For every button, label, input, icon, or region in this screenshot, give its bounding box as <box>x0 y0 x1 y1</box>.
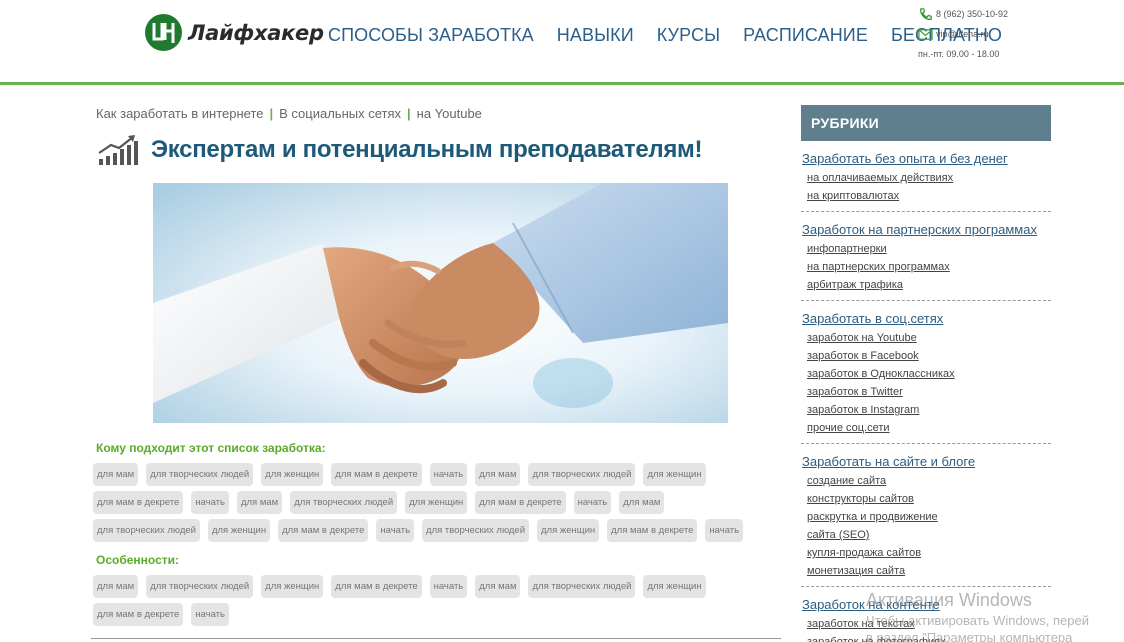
rubric-group: Заработать в соц.сетях заработок на Yout… <box>801 301 1051 444</box>
rubric-title[interactable]: Заработок на партнерских программах <box>802 222 1051 237</box>
tag[interactable]: для творческих людей <box>146 463 254 486</box>
rubric-item[interactable]: арбитраж трафика <box>802 276 1051 294</box>
header-divider <box>0 82 1124 85</box>
tag[interactable]: для творческих людей <box>93 519 200 542</box>
page-title: Экспертам и потенциальным преподавателям… <box>151 136 703 163</box>
tag[interactable]: для творческих людей <box>528 575 636 598</box>
email-address: vip@lifeha.ru <box>936 29 989 39</box>
tag[interactable]: для женщин <box>261 575 324 598</box>
tag[interactable]: для мам <box>93 463 139 486</box>
growth-chart-icon <box>98 135 138 165</box>
tag[interactable]: начать <box>429 575 468 598</box>
rubric-title[interactable]: Заработок на контенте <box>802 597 1051 612</box>
content-divider <box>91 638 781 639</box>
tag[interactable]: для женщин <box>643 463 706 486</box>
tag[interactable]: начать <box>191 491 229 514</box>
rubric-item[interactable]: раскрутка и продвижение <box>802 508 1051 526</box>
rubric-item[interactable]: монетизация сайта <box>802 562 1051 580</box>
rubric-title[interactable]: Заработать в соц.сетях <box>802 311 1051 326</box>
rubric-item[interactable]: на криптовалютах <box>802 187 1051 205</box>
rubric-item[interactable]: заработок в Facebook <box>802 347 1051 365</box>
tag[interactable]: для творческих людей <box>290 491 398 514</box>
tag[interactable]: для творческих людей <box>146 575 254 598</box>
features-label: Особенности: <box>96 553 180 567</box>
tag[interactable]: для мам <box>475 575 521 598</box>
tag[interactable]: начать <box>705 519 744 542</box>
nav-item-earning-methods[interactable]: СПОСОБЫ ЗАРАБОТКА <box>328 25 534 46</box>
rubric-item[interactable]: инфопартнерки <box>802 240 1051 258</box>
logo-icon <box>145 14 182 51</box>
rubric-item[interactable]: сайта (SEO) <box>802 526 1051 544</box>
logo-text: Лайфхакер <box>188 20 324 45</box>
rubric-item[interactable]: заработок на фотографиях <box>802 633 1051 642</box>
rubric-item[interactable]: конструкторы сайтов <box>802 490 1051 508</box>
tag[interactable]: для мам в декрете <box>607 519 698 542</box>
tag[interactable]: для мам в декрете <box>93 491 184 514</box>
rubric-item[interactable]: на партнерских программах <box>802 258 1051 276</box>
nav-item-schedule[interactable]: РАСПИСАНИЕ <box>743 25 868 46</box>
rubric-group: Заработать на сайте и блоге создание сай… <box>801 444 1051 587</box>
rubric-item[interactable]: создание сайта <box>802 472 1051 490</box>
rubric-group: Заработок на контенте заработок на текст… <box>801 587 1051 642</box>
tag[interactable]: для мам <box>93 575 139 598</box>
breadcrumb: Как заработать в интернете | В социальны… <box>96 106 482 121</box>
tag[interactable]: для мам <box>619 491 665 514</box>
page-title-block: Экспертам и потенциальным преподавателям… <box>97 133 702 167</box>
tag[interactable]: для мам в декрете <box>93 603 184 626</box>
tag[interactable]: для мам в декрете <box>475 491 566 514</box>
sidebar-rubrics: РУБРИКИ Заработать без опыта и без денег… <box>801 105 1051 642</box>
rubric-item[interactable]: на оплачиваемых действиях <box>802 169 1051 187</box>
rubric-item[interactable]: заработок в Одноклассниках <box>802 365 1051 383</box>
handshake-image <box>153 183 728 423</box>
tag[interactable]: для женщин <box>643 575 706 598</box>
working-hours: пн.-пт. 09.00 - 18.00 <box>918 49 1000 59</box>
tag[interactable]: для мам в декрете <box>278 519 369 542</box>
contacts-block: 8 (962) 350-10-92 vip@lifeha.ru пн.-пт. … <box>918 4 1008 59</box>
rubric-item[interactable]: заработок в Twitter <box>802 383 1051 401</box>
tag[interactable]: начать <box>573 491 612 514</box>
tag[interactable]: для мам в декрете <box>331 463 422 486</box>
breadcrumb-item[interactable]: Как заработать в интернете <box>96 106 263 121</box>
rubric-item[interactable]: прочие соц.сети <box>802 419 1051 437</box>
tag[interactable]: для мам <box>475 463 521 486</box>
tag[interactable]: начать <box>376 519 415 542</box>
breadcrumb-separator: | <box>269 106 274 121</box>
breadcrumb-item[interactable]: на Youtube <box>417 106 482 121</box>
breadcrumb-item[interactable]: В социальных сетях <box>279 106 401 121</box>
site-header: Лайфхакер СПОСОБЫ ЗАРАБОТКА НАВЫКИ КУРСЫ… <box>0 0 1124 82</box>
phone-icon <box>920 7 932 20</box>
rubric-item[interactable]: заработок на Youtube <box>802 329 1051 347</box>
tag[interactable]: для творческих людей <box>422 519 529 542</box>
rubric-title[interactable]: Заработать на сайте и блоге <box>802 454 1051 469</box>
suitable-for-label: Кому подходит этот список заработка: <box>96 441 326 455</box>
nav-item-skills[interactable]: НАВЫКИ <box>557 25 634 46</box>
feature-tags: для мам для творческих людей для женщин … <box>93 575 773 631</box>
rubric-group: Заработать без опыта и без денег на опла… <box>801 141 1051 212</box>
tag[interactable]: для мам <box>236 491 283 514</box>
suitable-tags: для мам для творческих людей для женщин … <box>93 463 773 547</box>
tag[interactable]: для женщин <box>207 519 271 542</box>
tag[interactable]: для женщин <box>537 519 600 542</box>
sidebar-header: РУБРИКИ <box>801 105 1051 141</box>
phone-number: 8 (962) 350-10-92 <box>936 9 1009 19</box>
breadcrumb-separator: | <box>407 106 411 121</box>
rubric-title[interactable]: Заработать без опыта и без денег <box>802 151 1051 166</box>
rubric-item[interactable]: купля-продажа сайтов <box>802 544 1051 562</box>
phone-row[interactable]: 8 (962) 350-10-92 <box>918 4 1008 24</box>
tag[interactable]: начать <box>429 463 468 486</box>
email-row[interactable]: vip@lifeha.ru <box>918 24 1008 44</box>
tag[interactable]: для мам в декрете <box>331 575 422 598</box>
tag[interactable]: начать <box>191 603 229 626</box>
tag[interactable]: для женщин <box>261 463 324 486</box>
rubric-item[interactable]: заработок в Instagram <box>802 401 1051 419</box>
rubric-item[interactable]: заработок на текстах <box>802 615 1051 633</box>
mail-icon <box>918 28 933 40</box>
tag[interactable]: для женщин <box>405 491 468 514</box>
nav-item-courses[interactable]: КУРСЫ <box>657 25 720 46</box>
rubric-group: Заработок на партнерских программах инфо… <box>801 212 1051 301</box>
tag[interactable]: для творческих людей <box>528 463 636 486</box>
logo[interactable]: Лайфхакер <box>145 14 324 51</box>
